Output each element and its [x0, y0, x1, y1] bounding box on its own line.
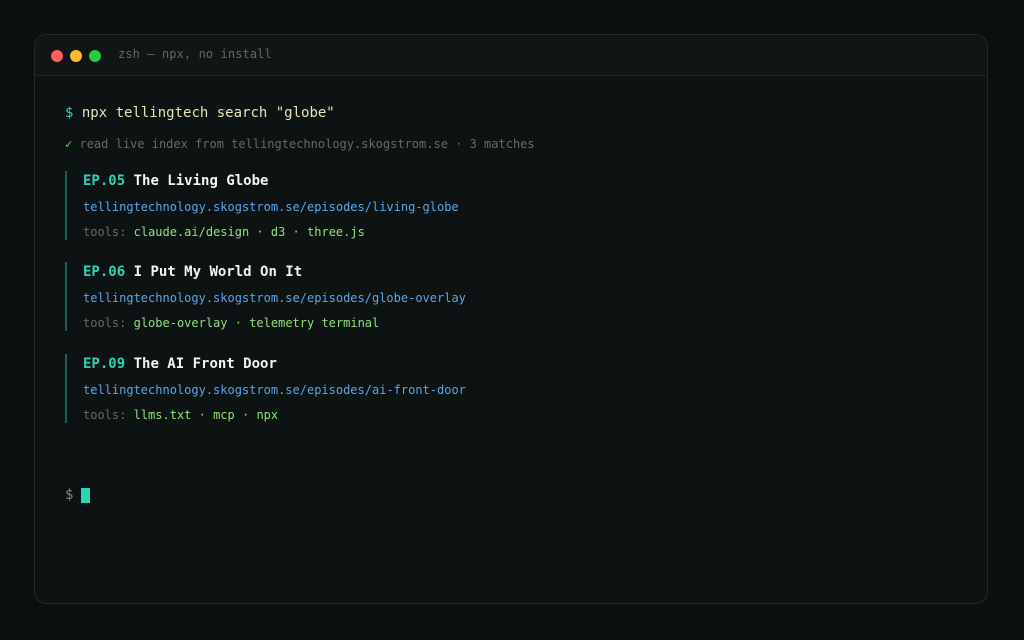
tool-tag: globe-overlay — [133, 316, 228, 330]
check-icon: ✓ — [65, 137, 73, 151]
result-item: EP.05 The Living Globe tellingtechnology… — [65, 171, 783, 240]
tools-label: tools: — [83, 408, 127, 422]
prompt-symbol: $ — [65, 105, 74, 121]
command-text: npx tellingtech search "globe" — [81, 105, 335, 121]
status-line: ✓ read live index from tellingtechnology… — [65, 137, 535, 151]
episode-id: EP.06 — [83, 264, 126, 280]
episode-id: EP.09 — [83, 356, 126, 372]
minimize-window-button[interactable] — [70, 50, 82, 62]
episode-tools: tools: claude.ai/design · d3 · three.js — [83, 225, 365, 239]
tool-tag: npx — [256, 408, 279, 422]
episode-tools: tools: llms.txt · mcp · npx — [83, 408, 279, 422]
result-item: EP.09 The AI Front Door tellingtechnolog… — [65, 354, 783, 423]
episode-tools: tools: globe-overlay · telemetry termina… — [83, 316, 380, 330]
tools-label: tools: — [83, 225, 127, 239]
result-header: EP.05 The Living Globe — [83, 171, 783, 191]
tools-label: tools: — [83, 316, 127, 330]
status-text: read live index from tellingtechnology.s… — [79, 137, 535, 151]
episode-link[interactable]: tellingtechnology.skogstrom.se/episodes/… — [83, 199, 783, 215]
command-line: $ npx tellingtech search "globe" — [65, 105, 335, 121]
window-title: zsh — npx, no install — [118, 47, 272, 61]
result-header: EP.06 I Put My World On It — [83, 262, 783, 282]
prompt-symbol: $ — [65, 487, 74, 503]
episode-id: EP.05 — [83, 173, 126, 189]
episode-title: I Put My World On It — [133, 264, 303, 280]
close-window-button[interactable] — [51, 50, 63, 62]
tool-tag: telemetry terminal — [249, 316, 380, 330]
episode-link[interactable]: tellingtechnology.skogstrom.se/episodes/… — [83, 290, 783, 306]
tool-tag: claude.ai/design — [133, 225, 250, 239]
episode-title: The AI Front Door — [133, 356, 277, 372]
tool-tag: three.js — [307, 225, 365, 239]
tool-tag: d3 — [270, 225, 286, 239]
tool-tag: mcp — [213, 408, 235, 422]
tool-tag: llms.txt — [133, 408, 192, 422]
input-prompt-line[interactable]: $ — [65, 487, 91, 503]
text-cursor — [81, 487, 91, 503]
terminal-output[interactable]: $ npx tellingtech search "globe" ✓ read … — [65, 75, 957, 603]
terminal-window: zsh — npx, no install $ npx tellingtech … — [34, 34, 988, 604]
maximize-window-button[interactable] — [89, 50, 101, 62]
episode-title: The Living Globe — [133, 173, 269, 189]
result-item: EP.06 I Put My World On It tellingtechno… — [65, 262, 783, 331]
episode-link[interactable]: tellingtechnology.skogstrom.se/episodes/… — [83, 382, 783, 398]
title-bar: zsh — npx, no install — [35, 35, 987, 76]
result-header: EP.09 The AI Front Door — [83, 354, 783, 374]
